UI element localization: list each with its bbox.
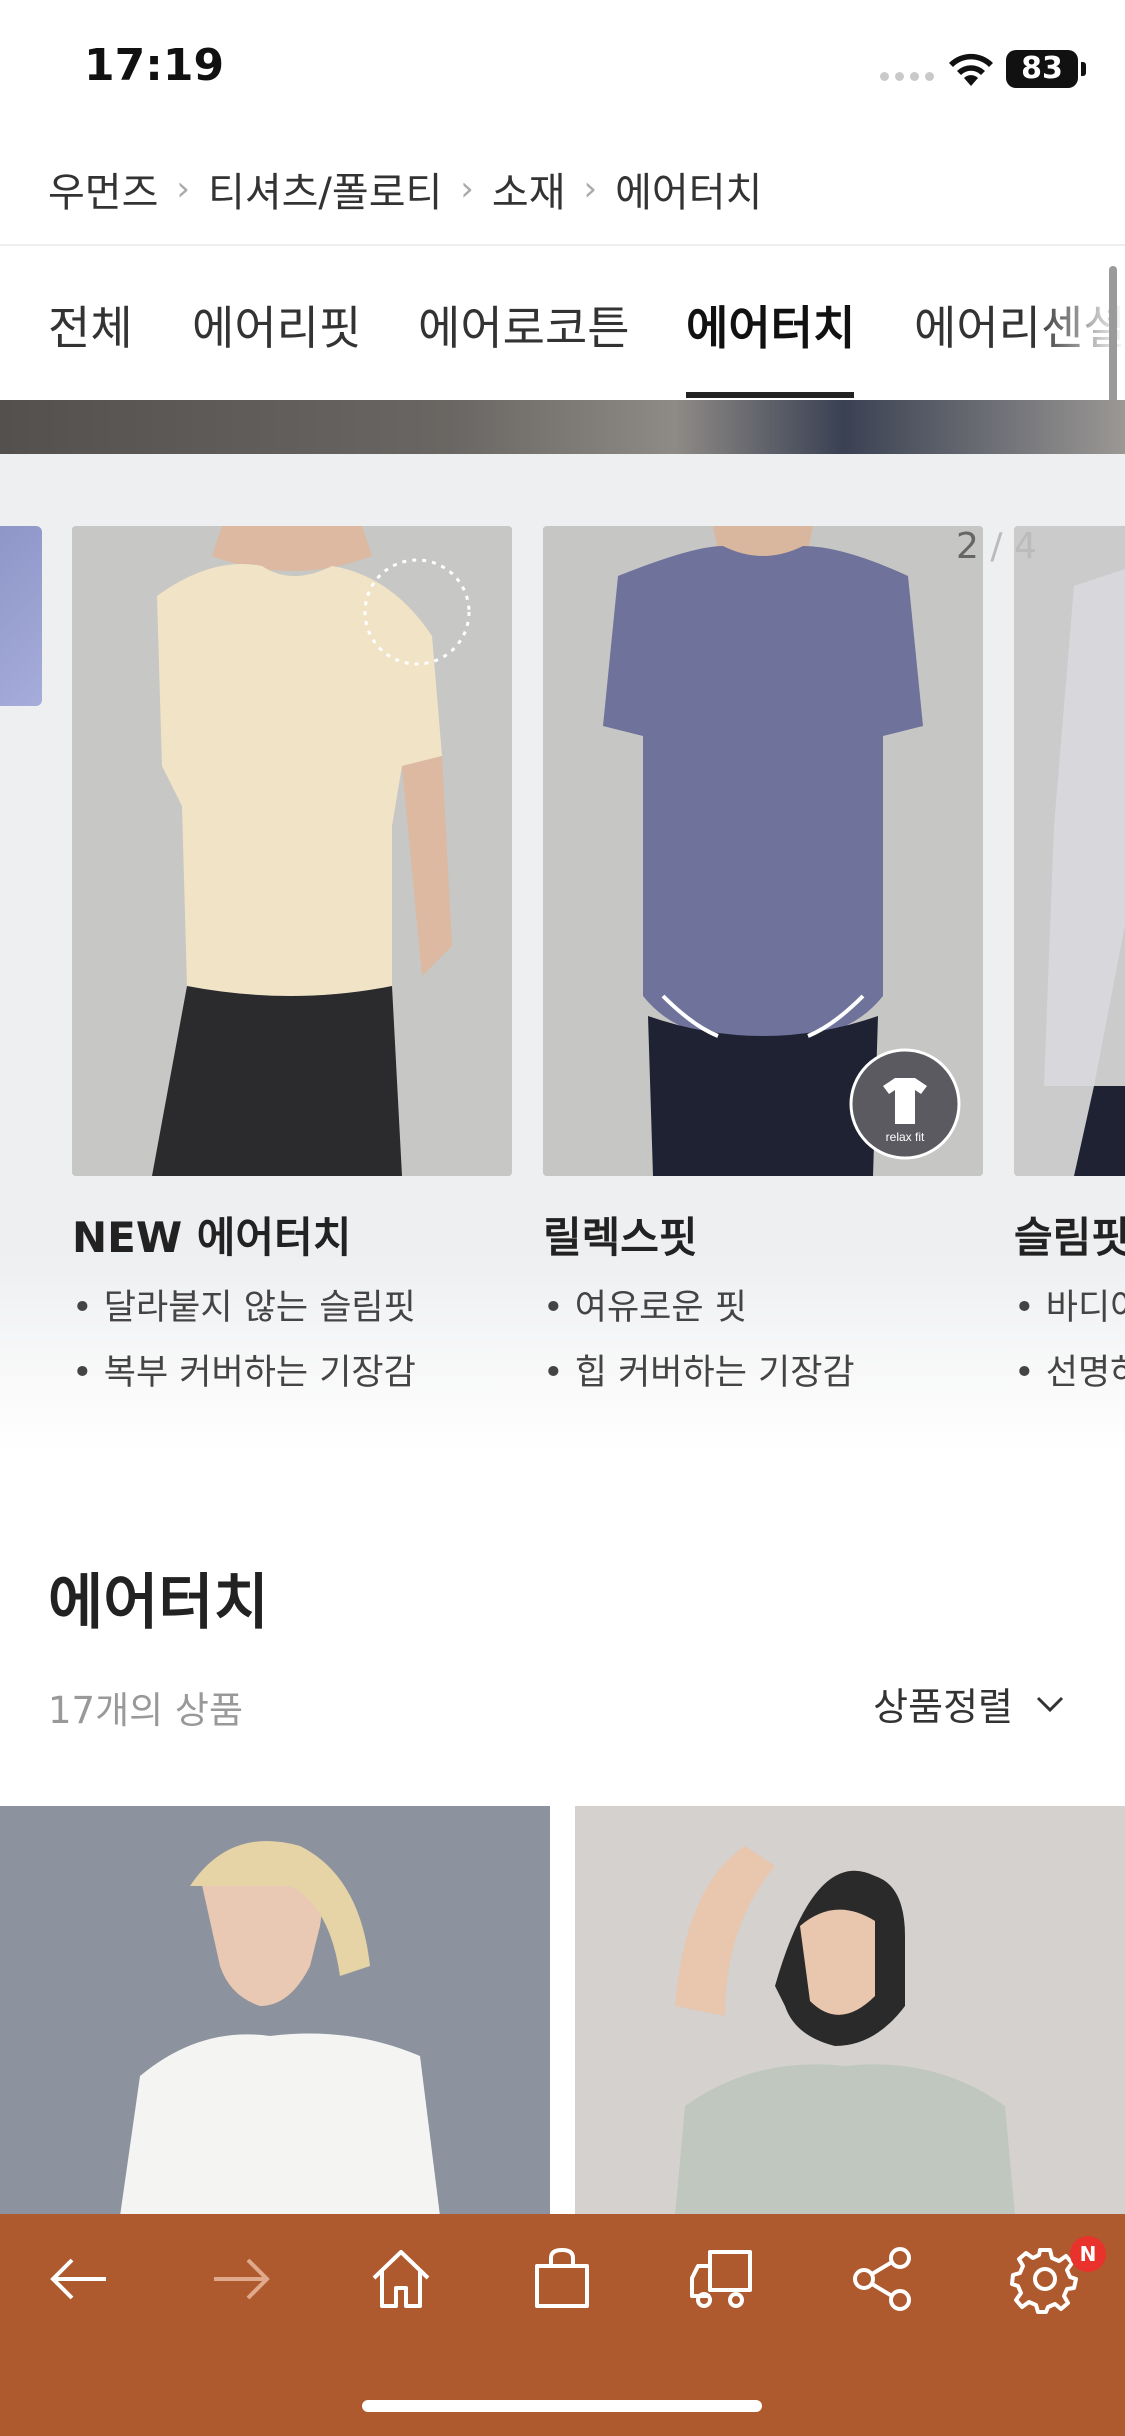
- status-bar: 17:19 83: [0, 0, 1125, 140]
- home-indicator[interactable]: [362, 2400, 762, 2412]
- chevron-right-icon: ›: [460, 169, 474, 209]
- breadcrumb-item-airtouch[interactable]: 에어터치: [615, 160, 762, 218]
- active-tab-indicator: [686, 392, 854, 398]
- card-bullet: • 여유로운 핏: [543, 1288, 747, 1328]
- bottom-nav-bar: N: [0, 2214, 1125, 2436]
- carousel-card[interactable]: 슬림핏 • 바디어 • 선명하: [1014, 526, 1125, 1395]
- breadcrumb-item-material[interactable]: 소재: [492, 160, 566, 218]
- carousel-prev-card[interactable]: [0, 526, 42, 706]
- product-image: [72, 526, 512, 1176]
- cellular-signal-icon: [880, 72, 934, 81]
- tab-airyfit[interactable]: 에어리핏: [192, 292, 361, 358]
- product-image: relax fit: [543, 526, 983, 1176]
- home-icon[interactable]: [366, 2244, 436, 2314]
- category-tabs: 전체 에어리핏 에어로코튼 에어터치 에어리센셜: [0, 246, 1125, 400]
- status-time: 17:19: [84, 40, 225, 91]
- card-bullet: • 선명하: [1014, 1353, 1125, 1393]
- back-arrow-icon[interactable]: [44, 2244, 114, 2314]
- card-title: 릴렉스핏: [543, 1213, 698, 1262]
- wifi-icon: [949, 53, 993, 86]
- product-card[interactable]: [575, 1806, 1125, 2216]
- chevron-down-icon: [1036, 1696, 1064, 1712]
- product-image: [1014, 526, 1125, 1176]
- section-title: 에어터치: [48, 1568, 269, 1638]
- product-image: [0, 1806, 550, 2216]
- breadcrumb-item-womens[interactable]: 우먼즈: [48, 160, 158, 218]
- notification-badge: N: [1070, 2236, 1106, 2272]
- counter-total: 4: [1013, 526, 1037, 567]
- breadcrumb: 우먼즈 › 티셔츠/폴로티 › 소재 › 에어터치: [48, 160, 762, 218]
- fit-carousel[interactable]: NEW 에어터치 • 달라붙지 않는 슬림핏 • 복부 커버하는 기장감 rel…: [0, 454, 1125, 1454]
- sort-dropdown[interactable]: 상품정렬: [873, 1676, 1065, 1731]
- tab-all[interactable]: 전체: [48, 292, 133, 358]
- chevron-right-icon: ›: [176, 169, 191, 209]
- product-count: 17개의 상품: [48, 1689, 244, 1732]
- breadcrumb-item-tshirts[interactable]: 티셔츠/폴로티: [208, 160, 442, 218]
- relax-fit-badge-label: relax fit: [886, 1130, 925, 1144]
- hero-banner-image[interactable]: [0, 400, 1125, 454]
- tab-aerocotton[interactable]: 에어로코튼: [418, 292, 630, 358]
- counter-current: 2: [956, 526, 979, 567]
- battery-indicator: 83: [1006, 50, 1086, 88]
- carousel-card[interactable]: NEW 에어터치 • 달라붙지 않는 슬림핏 • 복부 커버하는 기장감: [72, 526, 512, 1395]
- shopping-bag-icon[interactable]: [527, 2244, 597, 2314]
- card-title: NEW 에어터치: [72, 1213, 352, 1262]
- sort-label: 상품정렬: [873, 1685, 1013, 1729]
- product-card[interactable]: [0, 1806, 550, 2216]
- delivery-truck-icon[interactable]: [688, 2244, 758, 2314]
- chevron-right-icon: ›: [583, 169, 598, 209]
- card-title: 슬림핏: [1014, 1213, 1125, 1262]
- card-bullet: • 복부 커버하는 기장감: [72, 1353, 416, 1393]
- tab-airtouch[interactable]: 에어터치: [686, 292, 855, 358]
- product-image: [575, 1806, 1125, 2216]
- forward-arrow-icon[interactable]: [206, 2244, 276, 2314]
- carousel-counter: 2 / 4: [956, 526, 1037, 567]
- card-bullet: • 힙 커버하는 기장감: [543, 1353, 855, 1393]
- card-bullet: • 바디어: [1014, 1288, 1125, 1328]
- share-icon[interactable]: [848, 2244, 918, 2314]
- card-bullet: • 달라붙지 않는 슬림핏: [72, 1288, 416, 1328]
- carousel-card[interactable]: relax fit 릴렉스핏 • 여유로운 핏 • 힙 커버하는 기장감: [543, 526, 983, 1395]
